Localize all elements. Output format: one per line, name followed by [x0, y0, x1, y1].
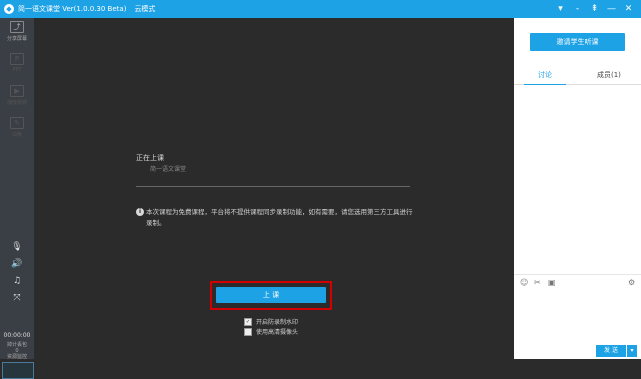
pin-icon[interactable]: ⇞ — [586, 0, 603, 18]
send-options-chevron-icon[interactable]: ▾ — [627, 345, 637, 357]
app-logo-icon: ◆ — [4, 4, 14, 14]
watermark-label: 开启防录制水印 — [256, 319, 299, 326]
music-icon[interactable]: ♫ — [0, 276, 34, 286]
scissors-icon[interactable]: ✂ — [534, 278, 541, 287]
whiteboard-label: 白板 — [11, 132, 22, 138]
play-video-label: 播放视频 — [6, 100, 27, 106]
ppt-icon: P — [10, 53, 24, 65]
chat-toolbar: ☺ ✂ ▣ ⚙ — [514, 274, 641, 289]
course-name: 简一语文课堂 — [150, 166, 187, 173]
divider — [136, 186, 410, 187]
fullscreen-icon[interactable]: ⤧ — [0, 293, 34, 303]
active-tab-indicator — [524, 84, 566, 85]
camera-thumbnail[interactable] — [2, 362, 34, 379]
share-screen-tool[interactable]: ⤴ 分享屏幕 — [0, 21, 34, 42]
hd-camera-option[interactable]: 使用高清摄像头 — [244, 327, 298, 336]
dropdown-icon[interactable]: ▾ — [552, 0, 569, 18]
play-video-tool[interactable]: ▶ 播放视频 — [0, 85, 34, 106]
watermark-checkbox[interactable]: ✓ — [244, 317, 252, 326]
hd-camera-checkbox[interactable] — [244, 327, 252, 336]
share-screen-label: 分享屏幕 — [6, 36, 27, 42]
status-title: 正在上课 — [136, 154, 164, 162]
hd-camera-label: 使用高清摄像头 — [256, 329, 299, 336]
whiteboard-icon: ✎ — [10, 117, 24, 129]
class-stage: 正在上课 简一语文课堂 i 本次课程为免费课程，平台将不提供课程同步录制功能，如… — [34, 18, 514, 359]
window-controls: ▾ ‑ ⇞ — ✕ — [552, 0, 637, 18]
share-screen-icon: ⤴ — [10, 21, 24, 33]
settings-icon[interactable]: ⚙ — [628, 278, 635, 287]
watermark-option[interactable]: ✓ 开启防录制水印 — [244, 317, 298, 326]
speaker-icon[interactable]: 🔊 — [0, 259, 34, 269]
info-icon: i — [136, 208, 144, 216]
whiteboard-tool[interactable]: ✎ 白板 — [0, 117, 34, 138]
invite-students-button[interactable]: 邀请学生听课 — [530, 33, 625, 51]
send-button[interactable]: 发 送 — [596, 345, 626, 357]
left-toolbar: ⤴ 分享屏幕 P PPT ▶ 播放视频 ✎ 白板 🎙 🔊 ♫ ⤧ 00:00:0… — [0, 18, 34, 379]
minimize-icon[interactable]: — — [603, 0, 620, 18]
tab-members[interactable]: 成员(1) — [597, 70, 621, 80]
microphone-icon[interactable]: 🎙 — [0, 242, 34, 252]
class-timer: 00:00:00 — [3, 332, 31, 339]
resource-monitor-link[interactable]: 资源监控 — [0, 354, 34, 360]
mode-label: 云模式 — [134, 5, 156, 13]
ppt-tool[interactable]: P PPT — [0, 53, 34, 73]
emoji-icon[interactable]: ☺ — [520, 278, 528, 287]
notice-text: 本次课程为免费课程，平台将不提供课程同步录制功能，如有需要，请您选用第三方工具进… — [146, 208, 413, 227]
image-icon[interactable]: ▣ — [548, 278, 556, 287]
start-class-button[interactable]: 上 课 — [216, 287, 326, 303]
window-title: 简一语文课堂 Ver(1.0.0.30 Beta) — [18, 5, 127, 13]
title-bar: ◆ 简一语文课堂 Ver(1.0.0.30 Beta) 云模式 ▾ ‑ ⇞ — … — [0, 0, 641, 18]
close-icon[interactable]: ✕ — [620, 0, 637, 18]
play-video-icon: ▶ — [10, 85, 24, 97]
minimize-mini-icon[interactable]: ‑ — [569, 0, 586, 18]
tab-discussion[interactable]: 讨论 — [538, 70, 552, 80]
right-panel: 邀请学生听课 讨论 成员(1) ☺ ✂ ▣ ⚙ 发 送 ▾ — [514, 18, 641, 359]
panel-tabs: 讨论 成员(1) — [514, 68, 641, 85]
ppt-label: PPT — [12, 67, 22, 73]
